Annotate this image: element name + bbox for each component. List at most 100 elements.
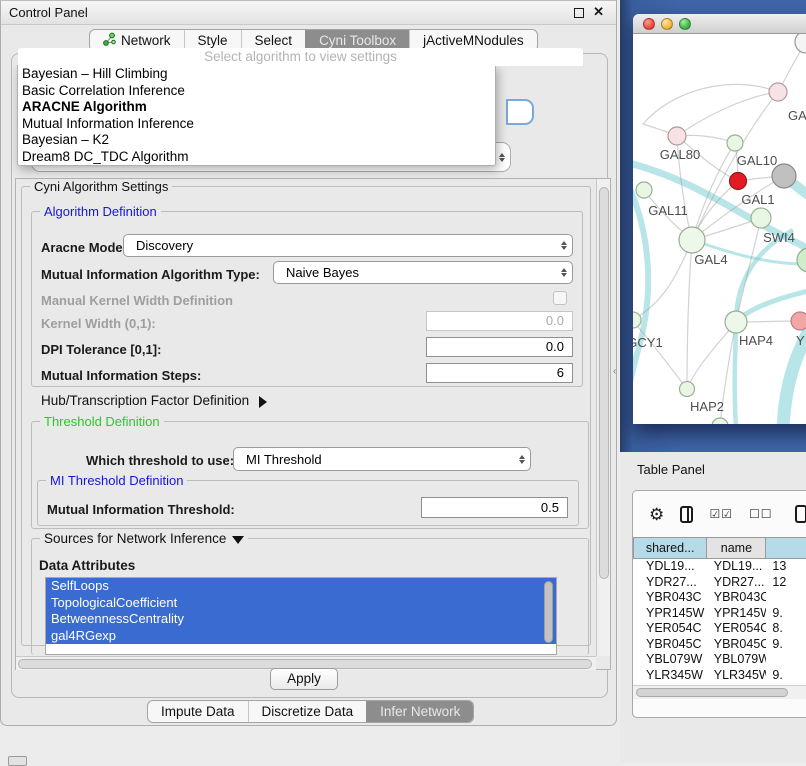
network-desktop: GAL8GAL80GAL10GAL11GAL1SWI4GAL4GCY1HAP4Y… — [620, 0, 806, 452]
network-node-8[interactable] — [679, 227, 705, 253]
algorithm-option-bayesian-hill-climbing[interactable]: Bayesian – Hill Climbing — [18, 66, 495, 83]
close-icon[interactable]: ✕ — [593, 4, 604, 20]
network-node-0[interactable] — [795, 34, 806, 53]
column-header-extra[interactable] — [766, 537, 806, 559]
node-label-gal8: GAL8 — [788, 108, 806, 123]
network-node-14[interactable] — [712, 418, 728, 424]
table-cell: 9. — [766, 606, 806, 622]
aracne-mode-label: Aracne Mode: — [41, 240, 127, 255]
vertical-scrollbar[interactable] — [596, 179, 610, 656]
table-cell: YPR145W — [708, 606, 767, 622]
hub-definition-toggle[interactable]: Hub/Transcription Factor Definition — [41, 393, 273, 408]
sources-toggle[interactable]: Sources for Network Inference — [40, 531, 248, 550]
columns-icon[interactable] — [680, 506, 693, 523]
control-panel-title: Control Panel — [9, 5, 88, 20]
network-node-1[interactable] — [769, 83, 787, 101]
table-row[interactable]: YBR045CYBR045C9. — [633, 637, 806, 653]
aracne-mode-combo[interactable]: Discovery — [123, 234, 573, 257]
table-cell: YER054C — [633, 621, 708, 637]
network-node-2[interactable] — [668, 127, 686, 145]
network-edges-teal — [633, 162, 806, 424]
unchecked-boxes-icon[interactable]: ☐☐ — [749, 507, 773, 521]
algorithm-option-basic-correlation-inference[interactable]: Basic Correlation Inference — [18, 83, 495, 100]
bottom-tab-impute-data[interactable]: Impute Data — [148, 701, 248, 722]
vertical-scrollbar-thumb[interactable] — [599, 187, 609, 579]
table-row[interactable]: YBL079WYBL079W — [633, 652, 806, 668]
mi-steps-field[interactable]: 6 — [426, 363, 573, 383]
table-row[interactable]: YPR145WYPR145W9. — [633, 606, 806, 622]
list-scrollbar-thumb[interactable] — [544, 581, 553, 643]
new-table-icon[interactable] — [795, 505, 806, 523]
attribute-item-selfloops[interactable]: SelfLoops — [46, 578, 556, 595]
algorithm-option-dream8-dc-tdc-algorithm[interactable]: Dream8 DC_TDC Algorithm — [18, 149, 495, 166]
network-node-6[interactable] — [751, 208, 771, 228]
inference-algorithm-combo-fragment[interactable] — [506, 99, 534, 125]
table-row[interactable]: YDR27...YDR27...12 — [633, 575, 806, 591]
table-row[interactable]: YER054CYER054C8. — [633, 621, 806, 637]
network-canvas[interactable]: GAL8GAL80GAL10GAL11GAL1SWI4GAL4GCY1HAP4Y… — [633, 34, 806, 424]
algorithm-option-mutual-information-inference[interactable]: Mutual Information Inference — [18, 116, 495, 133]
data-attributes-list[interactable]: SelfLoopsTopologicalCoefficientBetweenne… — [45, 577, 557, 655]
apply-button[interactable]: Apply — [270, 668, 338, 690]
mi-threshold-field[interactable]: 0.5 — [421, 497, 568, 518]
network-node-3[interactable] — [727, 135, 743, 151]
minimize-traffic-light-icon[interactable] — [661, 18, 673, 30]
mi-type-combo[interactable]: Naive Bayes — [273, 261, 573, 284]
which-threshold-combo[interactable]: MI Threshold — [233, 447, 531, 471]
network-node-13[interactable] — [680, 382, 695, 397]
zoom-traffic-light-icon[interactable] — [679, 18, 691, 30]
group-title: Cyni Algorithm Settings — [30, 179, 172, 194]
panel-divider-handle[interactable]: ‹ — [613, 366, 616, 377]
attribute-item-gal4rgexp[interactable]: gal4RGexp — [46, 628, 556, 645]
table-header-row: shared...name — [633, 537, 806, 559]
caret-down-icon — [232, 536, 244, 550]
hub-definition-label: Hub/Transcription Factor Definition — [41, 393, 249, 408]
table-body: YDL19...YDL19...13YDR27...YDR27...12YBR0… — [633, 559, 806, 683]
tab-label: Discretize Data — [262, 704, 354, 719]
table-cell: YLR345W — [633, 668, 708, 684]
kernel-width-field[interactable]: 0.0 — [426, 311, 573, 331]
network-node-12[interactable] — [791, 312, 806, 330]
mi-type-value: Naive Bayes — [274, 265, 556, 280]
table-horizontal-scrollbar[interactable] — [633, 685, 806, 699]
table-row[interactable]: YBR043CYBR043C — [633, 590, 806, 606]
network-node-4[interactable] — [730, 173, 747, 190]
algorithm-combo-prompt[interactable]: Select algorithm to view settings — [18, 48, 583, 66]
chevron-updown-icon — [494, 150, 510, 165]
network-node-7[interactable] — [636, 182, 652, 198]
horizontal-scrollbar-thumb[interactable] — [18, 659, 592, 669]
column-header-shared[interactable]: shared... — [633, 537, 707, 559]
attribute-item-topologicalcoefficient[interactable]: TopologicalCoefficient — [46, 595, 556, 612]
caret-right-icon — [259, 396, 273, 408]
control-panel-titlebar: Control Panel — [1, 1, 616, 25]
which-threshold-value: MI Threshold — [234, 452, 514, 467]
attribute-item-betweennesscentrality[interactable]: BetweennessCentrality — [46, 611, 556, 628]
column-header-name[interactable]: name — [707, 537, 766, 559]
table-cell: YBR045C — [708, 637, 767, 653]
manual-kernel-checkbox[interactable] — [553, 291, 567, 305]
table-panel-title: Table Panel — [637, 462, 705, 477]
network-node-11[interactable] — [725, 311, 747, 333]
network-node-10[interactable] — [633, 312, 641, 328]
algorithm-option-bayesian-k2[interactable]: Bayesian – K2 — [18, 132, 495, 149]
manual-kernel-label: Manual Kernel Width Definition — [41, 293, 233, 308]
tab-label: Cyni Toolbox — [319, 33, 396, 48]
gear-icon[interactable]: ⚙ — [649, 506, 664, 523]
algorithm-option-aracne-algorithm[interactable]: ARACNE Algorithm — [18, 99, 495, 116]
table-row[interactable]: YDL19...YDL19...13 — [633, 559, 806, 575]
table-scrollbar-thumb[interactable] — [636, 688, 788, 697]
bottom-tab-discretize-data[interactable]: Discretize Data — [248, 701, 367, 722]
control-panel-window: Control Panel ✕ NetworkStyleSelectCyni T… — [0, 0, 617, 726]
network-node-9[interactable] — [797, 248, 806, 272]
network-window-titlebar[interactable] — [633, 14, 806, 34]
group-title: MI Threshold Definition — [46, 473, 187, 488]
float-window-icon[interactable] — [574, 8, 584, 18]
table-toolbar: ⚙ ☑☑ ☐☐ — [633, 491, 806, 537]
bottom-tab-bar: Impute Data Discretize Data Infer Network — [147, 700, 474, 723]
checked-boxes-icon[interactable]: ☑☑ — [709, 507, 733, 521]
close-traffic-light-icon[interactable] — [643, 18, 655, 30]
bottom-tab-infer-network[interactable]: Infer Network — [366, 701, 473, 722]
collapsed-panel-stub[interactable] — [8, 756, 27, 766]
table-row[interactable]: YLR345WYLR345W9. — [633, 668, 806, 684]
dpi-tolerance-field[interactable]: 0.0 — [426, 337, 573, 357]
